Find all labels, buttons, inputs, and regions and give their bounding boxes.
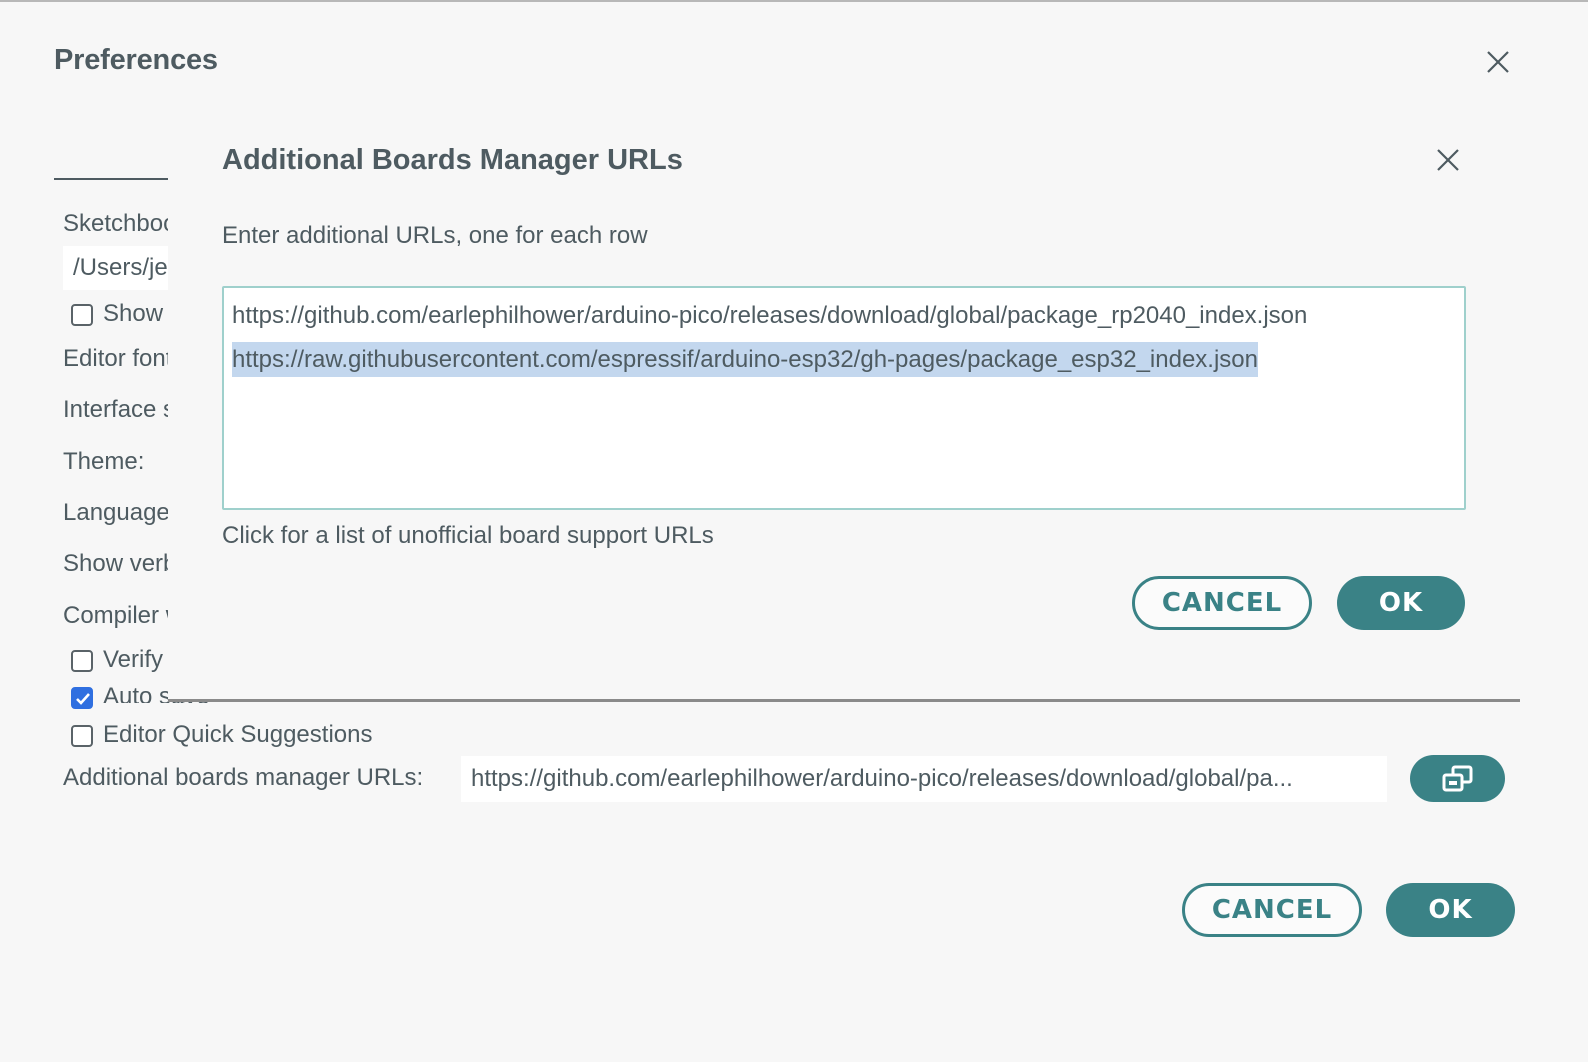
- unofficial-urls-link[interactable]: Click for a list of unofficial board sup…: [222, 522, 714, 550]
- show-files-checkbox[interactable]: [71, 304, 93, 326]
- dialog-ok-button[interactable]: OK: [1337, 576, 1465, 630]
- checkmark-icon: [76, 693, 90, 705]
- additional-urls-input[interactable]: https://github.com/earlephilhower/arduin…: [461, 756, 1387, 802]
- editor-quick-suggestions-checkbox[interactable]: [71, 725, 93, 747]
- edit-urls-button[interactable]: [1410, 755, 1505, 802]
- dialog-instructions: Enter additional URLs, one for each row: [222, 222, 648, 249]
- preferences-cancel-button[interactable]: CANCEL: [1182, 883, 1362, 937]
- verify-checkbox[interactable]: [71, 650, 93, 672]
- settings-tab-indicator: [54, 178, 168, 180]
- additional-boards-dialog: Additional Boards Manager URLs Enter add…: [168, 102, 1520, 702]
- open-window-icon: [1442, 765, 1472, 791]
- editor-quick-suggestions-label: Editor Quick Suggestions: [103, 721, 373, 748]
- preferences-window: Preferences Sketchbook location: /Users/…: [0, 0, 1588, 1062]
- dialog-cancel-button[interactable]: CANCEL: [1132, 576, 1312, 630]
- dialog-title: Additional Boards Manager URLs: [222, 144, 683, 176]
- urls-textarea[interactable]: https://github.com/earlephilhower/arduin…: [222, 286, 1466, 510]
- sketchbook-path-input[interactable]: /Users/je: [63, 246, 171, 290]
- preferences-ok-button[interactable]: OK: [1386, 883, 1515, 937]
- additional-urls-label: Additional boards manager URLs:: [63, 764, 424, 791]
- show-files-label: Show files inside Sketches: [103, 300, 168, 327]
- auto-save-checkbox[interactable]: [71, 687, 93, 709]
- compiler-warnings-label: Compiler warnings: [63, 602, 168, 629]
- close-icon: [1487, 51, 1509, 73]
- sketchbook-location-label: Sketchbook location:: [63, 210, 168, 237]
- show-verbose-label: Show verbose output during: [63, 550, 168, 577]
- verify-label: Verify code after upload: [103, 646, 166, 673]
- url-row[interactable]: https://github.com/earlephilhower/arduin…: [232, 294, 1456, 338]
- language-label: Language:: [63, 499, 168, 526]
- theme-label: Theme:: [63, 448, 145, 475]
- url-text: https://github.com/earlephilhower/arduin…: [232, 302, 1308, 329]
- url-text-selected: https://raw.githubusercontent.com/espres…: [232, 342, 1258, 377]
- preferences-title: Preferences: [54, 44, 218, 76]
- interface-scale-label: Interface scale:: [63, 396, 168, 423]
- close-icon: [1437, 149, 1459, 171]
- url-row-selected[interactable]: https://raw.githubusercontent.com/espres…: [232, 338, 1456, 382]
- dialog-close-button[interactable]: [1434, 146, 1462, 174]
- editor-font-size-label: Editor font size:: [63, 345, 168, 372]
- preferences-close-button[interactable]: [1484, 48, 1512, 76]
